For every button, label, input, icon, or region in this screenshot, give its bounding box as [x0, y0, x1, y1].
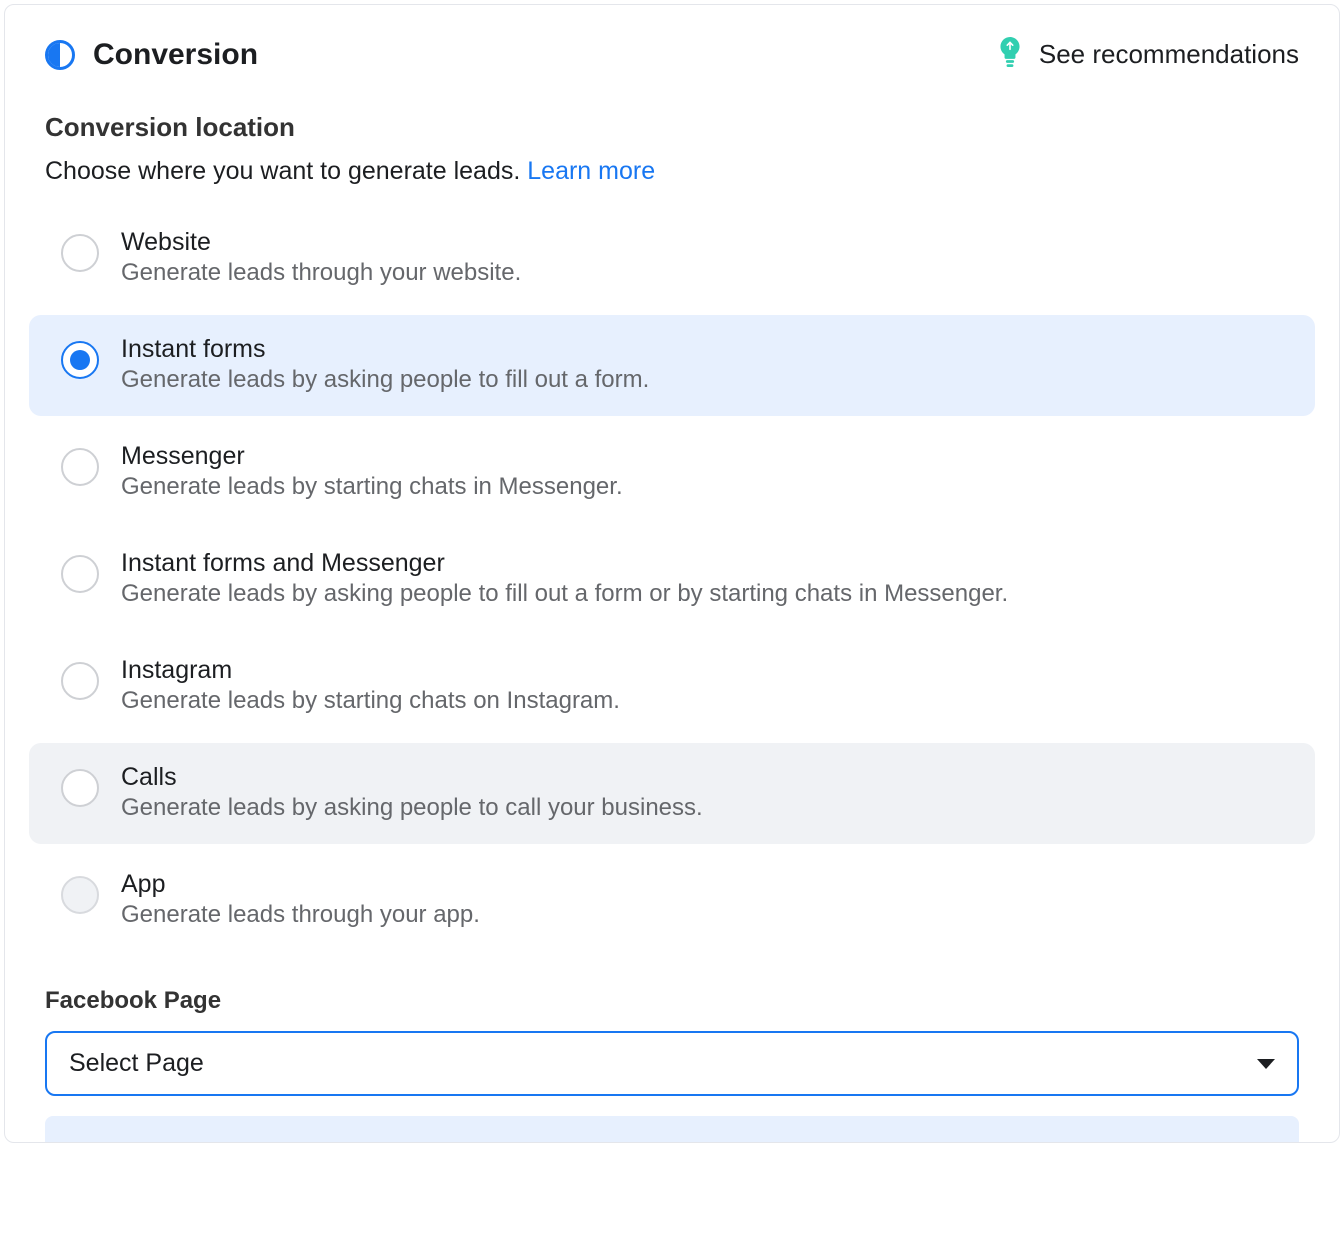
radio-circle[interactable]: [61, 448, 99, 486]
option-title: Instant forms and Messenger: [121, 549, 1008, 578]
option-body: AppGenerate leads through your app.: [121, 870, 480, 929]
select-page-dropdown[interactable]: Select Page: [45, 1031, 1299, 1096]
option-title: Calls: [121, 763, 703, 792]
conversion-panel: Conversion See recommendations Conversio…: [4, 4, 1340, 1143]
facebook-page-section: Facebook Page Select Page: [5, 957, 1339, 1142]
lightbulb-icon: [999, 37, 1021, 72]
option-body: Instant forms and MessengerGenerate lead…: [121, 549, 1008, 608]
radio-option-website[interactable]: WebsiteGenerate leads through your websi…: [29, 208, 1315, 309]
notice-bar: [45, 1116, 1299, 1142]
radio-option-instagram[interactable]: InstagramGenerate leads by starting chat…: [29, 636, 1315, 737]
option-description: Generate leads by asking people to call …: [121, 794, 703, 822]
option-description: Generate leads through your app.: [121, 901, 480, 929]
see-recommendations-button[interactable]: See recommendations: [999, 37, 1299, 72]
option-body: Instant formsGenerate leads by asking pe…: [121, 335, 649, 394]
radio-option-instant-forms-and-messenger[interactable]: Instant forms and MessengerGenerate lead…: [29, 529, 1315, 630]
select-page-label: Select Page: [69, 1049, 204, 1078]
caret-down-icon: [1257, 1059, 1275, 1069]
conversion-location-section: Conversion location Choose where you wan…: [5, 112, 1339, 951]
option-body: MessengerGenerate leads by starting chat…: [121, 442, 623, 501]
option-description: Generate leads by asking people to fill …: [121, 580, 1008, 608]
option-body: CallsGenerate leads by asking people to …: [121, 763, 703, 822]
radio-option-calls[interactable]: CallsGenerate leads by asking people to …: [29, 743, 1315, 844]
option-body: InstagramGenerate leads by starting chat…: [121, 656, 620, 715]
radio-circle[interactable]: [61, 234, 99, 272]
radio-circle[interactable]: [61, 662, 99, 700]
page-title: Conversion: [93, 38, 258, 72]
option-description: Generate leads by starting chats on Inst…: [121, 687, 620, 715]
recommendations-label: See recommendations: [1039, 39, 1299, 70]
radio-option-app[interactable]: AppGenerate leads through your app.: [29, 850, 1315, 951]
conversion-location-options: WebsiteGenerate leads through your websi…: [29, 208, 1315, 951]
learn-more-link[interactable]: Learn more: [527, 157, 655, 185]
option-title: App: [121, 870, 480, 899]
option-body: WebsiteGenerate leads through your websi…: [121, 228, 521, 287]
radio-circle[interactable]: [61, 769, 99, 807]
radio-option-messenger[interactable]: MessengerGenerate leads by starting chat…: [29, 422, 1315, 523]
header-left: Conversion: [45, 38, 258, 72]
option-title: Instagram: [121, 656, 620, 685]
option-description: Generate leads by asking people to fill …: [121, 366, 649, 394]
option-title: Instant forms: [121, 335, 649, 364]
panel-header: Conversion See recommendations: [5, 37, 1339, 72]
conversion-location-description: Choose where you want to generate leads.…: [45, 157, 1299, 186]
conversion-location-desc-text: Choose where you want to generate leads.: [45, 157, 527, 185]
conversion-location-title: Conversion location: [45, 112, 1299, 143]
facebook-page-title: Facebook Page: [45, 987, 1299, 1015]
option-description: Generate leads through your website.: [121, 259, 521, 287]
option-title: Website: [121, 228, 521, 257]
radio-circle[interactable]: [61, 876, 99, 914]
radio-circle[interactable]: [61, 555, 99, 593]
option-description: Generate leads by starting chats in Mess…: [121, 473, 623, 501]
conversion-progress-icon: [45, 40, 75, 70]
radio-circle[interactable]: [61, 341, 99, 379]
radio-option-instant-forms[interactable]: Instant formsGenerate leads by asking pe…: [29, 315, 1315, 416]
option-title: Messenger: [121, 442, 623, 471]
radio-dot-icon: [70, 350, 90, 370]
